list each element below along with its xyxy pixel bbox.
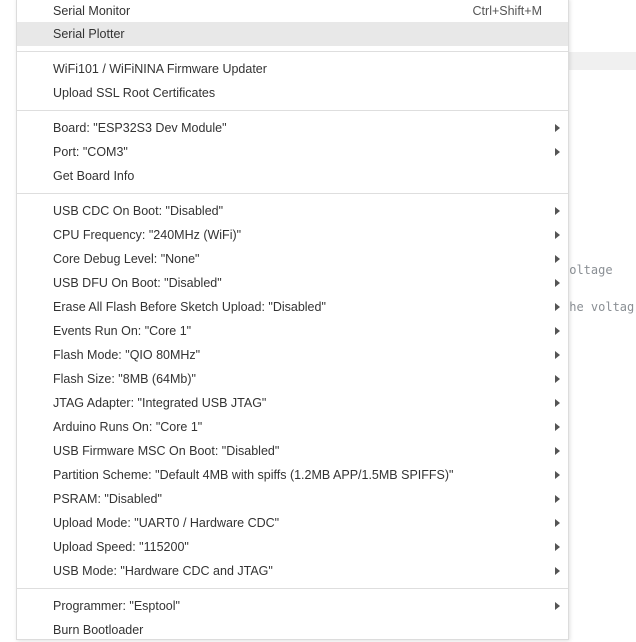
current-line-highlight [560,52,636,70]
menu-item-burn-bootloader[interactable]: Burn Bootloader [17,618,568,642]
menu-item-upload-speed[interactable]: Upload Speed: "115200" [17,535,568,559]
submenu-arrow-icon [555,303,560,311]
menu-item-label: Upload SSL Root Certificates [53,86,216,100]
submenu-arrow-icon [555,399,560,407]
menu-item-label: Upload Mode: "UART0 / Hardware CDC" [53,516,280,530]
submenu-arrow-icon [555,124,560,132]
submenu-arrow-icon [555,519,560,527]
submenu-arrow-icon [555,231,560,239]
menu-separator [17,193,568,194]
submenu-arrow-icon [555,471,560,479]
tools-menu: Serial Monitor Ctrl+Shift+M Serial Plott… [16,0,569,640]
menu-item-label: Partition Scheme: "Default 4MB with spif… [53,468,454,482]
menu-item-cpu-frequency[interactable]: CPU Frequency: "240MHz (WiFi)" [17,223,568,247]
menu-separator [17,588,568,589]
menu-item-get-board-info[interactable]: Get Board Info [17,164,568,188]
code-line: voltage [562,263,613,277]
menu-item-erase-all-flash[interactable]: Erase All Flash Before Sketch Upload: "D… [17,295,568,319]
menu-item-label: Flash Mode: "QIO 80MHz" [53,348,201,362]
menu-item-serial-plotter[interactable]: Serial Plotter [17,22,568,46]
submenu-arrow-icon [555,279,560,287]
menu-item-jtag-adapter[interactable]: JTAG Adapter: "Integrated USB JTAG" [17,391,568,415]
menu-separator [17,51,568,52]
menu-item-label: Serial Plotter [53,27,125,41]
menu-item-core-debug-level[interactable]: Core Debug Level: "None" [17,247,568,271]
menu-item-upload-mode[interactable]: Upload Mode: "UART0 / Hardware CDC" [17,511,568,535]
submenu-arrow-icon [555,602,560,610]
menu-item-board[interactable]: Board: "ESP32S3 Dev Module" [17,116,568,140]
menu-item-upload-ssl-certificates[interactable]: Upload SSL Root Certificates [17,81,568,105]
menu-separator [17,110,568,111]
menu-item-label: Events Run On: "Core 1" [53,324,192,338]
code-line: the voltag [562,300,635,314]
menu-item-label: Programmer: "Esptool" [53,599,180,613]
menu-item-arduino-runs-on[interactable]: Arduino Runs On: "Core 1" [17,415,568,439]
menu-item-usb-cdc-on-boot[interactable]: USB CDC On Boot: "Disabled" [17,199,568,223]
submenu-arrow-icon [555,567,560,575]
submenu-arrow-icon [555,495,560,503]
menu-item-usb-mode[interactable]: USB Mode: "Hardware CDC and JTAG" [17,559,568,583]
menu-item-partition-scheme[interactable]: Partition Scheme: "Default 4MB with spif… [17,463,568,487]
submenu-arrow-icon [555,447,560,455]
menu-item-usb-dfu-on-boot[interactable]: USB DFU On Boot: "Disabled" [17,271,568,295]
submenu-arrow-icon [555,543,560,551]
menu-item-label: USB Firmware MSC On Boot: "Disabled" [53,444,280,458]
menu-item-shortcut: Ctrl+Shift+M [472,4,542,18]
menu-item-label: Upload Speed: "115200" [53,540,189,554]
submenu-arrow-icon [555,148,560,156]
menu-item-label: Flash Size: "8MB (64Mb)" [53,372,196,386]
menu-item-events-run-on[interactable]: Events Run On: "Core 1" [17,319,568,343]
menu-item-psram[interactable]: PSRAM: "Disabled" [17,487,568,511]
menu-item-label: CPU Frequency: "240MHz (WiFi)" [53,228,242,242]
menu-item-label: Erase All Flash Before Sketch Upload: "D… [53,300,326,314]
menu-item-label: WiFi101 / WiFiNINA Firmware Updater [53,62,267,76]
menu-item-label: Core Debug Level: "None" [53,252,200,266]
submenu-arrow-icon [555,351,560,359]
menu-item-label: Board: "ESP32S3 Dev Module" [53,121,227,135]
menu-item-label: Burn Bootloader [53,623,144,637]
menu-item-flash-size[interactable]: Flash Size: "8MB (64Mb)" [17,367,568,391]
menu-item-label: USB Mode: "Hardware CDC and JTAG" [53,564,273,578]
menu-item-label: Port: "COM3" [53,145,128,159]
menu-item-label: Get Board Info [53,169,135,183]
submenu-arrow-icon [555,207,560,215]
menu-item-label: JTAG Adapter: "Integrated USB JTAG" [53,396,267,410]
menu-item-firmware-updater[interactable]: WiFi101 / WiFiNINA Firmware Updater [17,57,568,81]
menu-item-label: USB CDC On Boot: "Disabled" [53,204,224,218]
menu-item-label: USB DFU On Boot: "Disabled" [53,276,222,290]
menu-item-label: Serial Monitor [53,4,131,18]
submenu-arrow-icon [555,423,560,431]
menu-item-programmer[interactable]: Programmer: "Esptool" [17,594,568,618]
submenu-arrow-icon [555,327,560,335]
menu-item-label: Arduino Runs On: "Core 1" [53,420,203,434]
submenu-arrow-icon [555,255,560,263]
menu-item-usb-firmware-msc[interactable]: USB Firmware MSC On Boot: "Disabled" [17,439,568,463]
menu-item-port[interactable]: Port: "COM3" [17,140,568,164]
submenu-arrow-icon [555,375,560,383]
menu-item-label: PSRAM: "Disabled" [53,492,162,506]
menu-item-flash-mode[interactable]: Flash Mode: "QIO 80MHz" [17,343,568,367]
menu-item-serial-monitor[interactable]: Serial Monitor Ctrl+Shift+M [17,0,568,23]
